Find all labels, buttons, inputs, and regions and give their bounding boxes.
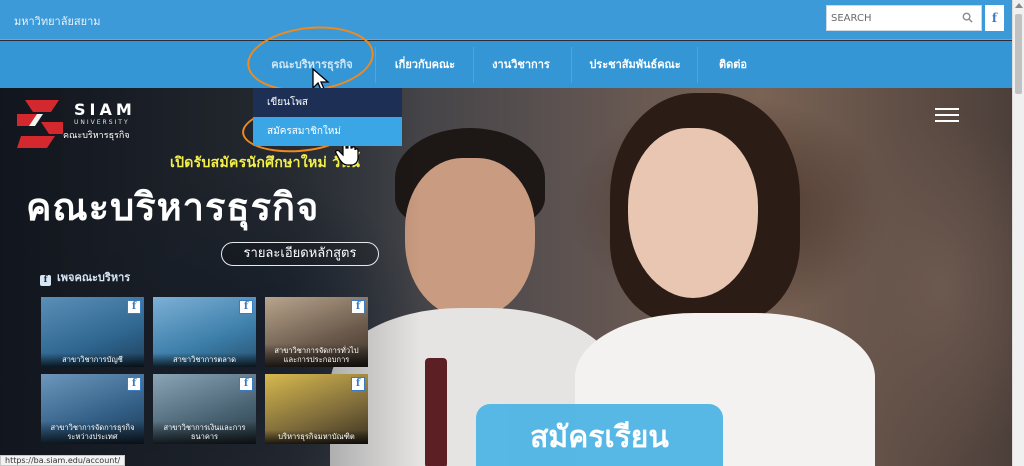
scroll-thumb[interactable]	[1015, 14, 1022, 94]
facebook-icon: f	[40, 275, 51, 286]
nav-divider	[571, 47, 572, 83]
nav-item-academic[interactable]: งานวิชาการ	[483, 41, 559, 88]
siam-logo-icon[interactable]	[13, 96, 67, 152]
facebook-icon: f	[351, 300, 365, 314]
page: มหาวิทยาลัยสยาม f คณะบริหารธุรกิจ เกี่ยว…	[0, 0, 1024, 466]
nav-dropdown-menu: เขียนโพส สมัครสมาชิกใหม่	[253, 88, 402, 146]
search-box	[826, 5, 982, 31]
student-male-face	[405, 158, 535, 318]
nav-divider	[697, 47, 698, 83]
facebook-icon[interactable]: f	[985, 5, 1004, 31]
status-bar-url: https://ba.siam.edu/account/	[0, 455, 126, 466]
logo-subtitle: UNIVERSITY	[74, 119, 130, 126]
fb-page-thumb-mba[interactable]: f บริหารธุรกิจมหาบัณฑิต	[265, 374, 368, 444]
facebook-icon: f	[351, 377, 365, 391]
facebook-pages-text: เพจคณะบริหาร	[57, 271, 131, 284]
search-icon[interactable]	[962, 12, 973, 23]
student-tie	[425, 358, 447, 466]
facebook-icon: f	[239, 300, 253, 314]
apply-button[interactable]: สมัครเรียน	[476, 404, 723, 466]
facebook-icon: f	[127, 300, 141, 314]
dropdown-item-register[interactable]: สมัครสมาชิกใหม่	[253, 117, 402, 146]
course-details-button[interactable]: รายละเอียดหลักสูตร	[221, 242, 379, 266]
fb-page-thumb-management[interactable]: f สาขาวิชาการจัดการทั่วไป และการประกอบกา…	[265, 297, 368, 367]
university-name-link[interactable]: มหาวิทยาลัยสยาม	[14, 12, 101, 30]
fb-page-thumb-marketing[interactable]: f สาขาวิชาการตลาด	[153, 297, 256, 367]
fb-page-thumb-finance-banking[interactable]: f สาขาวิชาการเงินและการธนาคาร	[153, 374, 256, 444]
hero-banner: SIAM UNIVERSITY คณะบริหารธุรกิจ เปิดรับส…	[0, 88, 1012, 466]
logo-title: SIAM	[74, 100, 136, 119]
faculty-title: คณะบริหารธุรกิจ	[26, 185, 320, 229]
main-nav: คณะบริหารธุรกิจ เกี่ยวกับคณะ งานวิชาการ …	[0, 41, 1012, 88]
dropdown-item-write-post[interactable]: เขียนโพส	[253, 88, 402, 117]
thumb-caption: บริหารธุรกิจมหาบัณฑิต	[265, 430, 368, 444]
nav-item-about[interactable]: เกี่ยวกับคณะ	[385, 41, 465, 88]
nav-divider	[375, 47, 376, 83]
search-input[interactable]	[827, 6, 957, 30]
nav-item-pr[interactable]: ประชาสัมพันธ์คณะ	[580, 41, 690, 88]
facebook-icon: f	[127, 377, 141, 391]
facebook-icon: f	[239, 377, 253, 391]
thumb-caption: สาขาวิชาการตลาด	[153, 353, 256, 367]
admission-tagline: เปิดรับสมัครนักศึกษาใหม่ วันนี้	[170, 155, 361, 171]
thumb-caption: สาขาวิชาการบัญชี	[41, 353, 144, 367]
thumb-caption: สาขาวิชาการจัดการทั่วไป และการประกอบการ	[265, 344, 368, 367]
nav-item-contact[interactable]: ติดต่อ	[708, 41, 758, 88]
page-scrollbar[interactable]	[1012, 0, 1024, 466]
student-female-face	[628, 128, 758, 298]
logo-faculty: คณะบริหารธุรกิจ	[63, 131, 130, 141]
fb-page-thumb-accounting[interactable]: f สาขาวิชาการบัญชี	[41, 297, 144, 367]
top-bar: มหาวิทยาลัยสยาม f	[0, 0, 1012, 40]
scroll-up-icon[interactable]	[1015, 3, 1023, 8]
fb-page-thumb-international-business[interactable]: f สาขาวิชาการจัดการธุรกิจระหว่างประเทศ	[41, 374, 144, 444]
facebook-pages-label: f เพจคณะบริหาร	[40, 268, 130, 286]
thumb-caption: สาขาวิชาการจัดการธุรกิจระหว่างประเทศ	[41, 421, 144, 444]
hamburger-menu-icon[interactable]	[935, 108, 959, 124]
thumb-caption: สาขาวิชาการเงินและการธนาคาร	[153, 421, 256, 444]
nav-divider	[473, 47, 474, 83]
